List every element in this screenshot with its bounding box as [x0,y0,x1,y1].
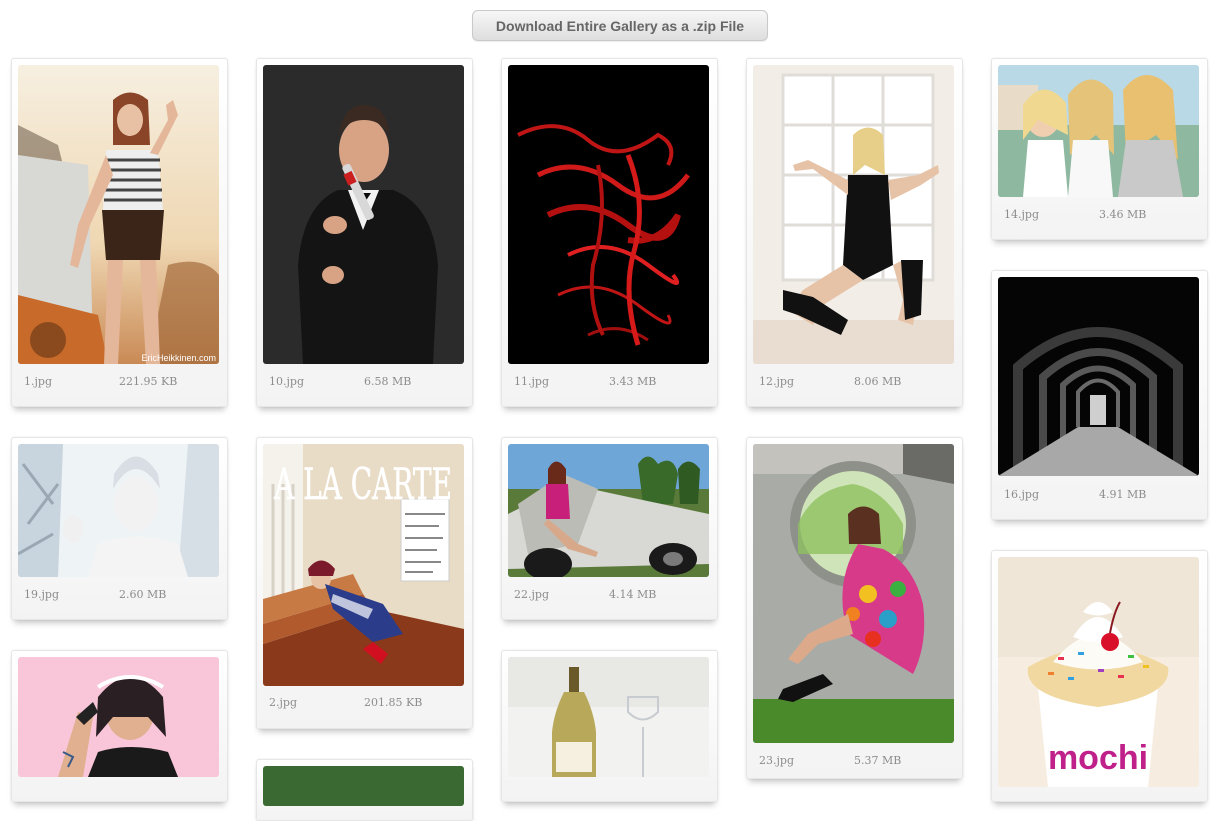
thumbnail-image[interactable] [508,444,709,577]
gallery-card-12[interactable]: 12.jpg 8.06 MB [746,58,963,407]
gallery-card-11[interactable]: 11.jpg 3.43 MB [501,58,718,407]
thumbnail-image[interactable] [998,65,1199,197]
gallery-card-23[interactable]: 23.jpg 5.37 MB [746,437,963,779]
file-name: 16.jpg [1004,488,1039,501]
thumbnail-image[interactable] [998,277,1199,476]
file-size: 8.06 MB [854,375,902,388]
watermark-text: EricHeikkinen.com [141,353,216,363]
file-name: 22.jpg [514,588,549,601]
thumbnail-image[interactable] [18,444,219,577]
gallery-card-19[interactable]: 19.jpg 2.60 MB [11,437,228,620]
file-size: 4.14 MB [609,588,657,601]
thumbnail-image[interactable] [18,657,219,777]
gallery-card-22[interactable]: 22.jpg 4.14 MB [501,437,718,620]
gallery-card-partial-2[interactable] [256,759,473,821]
file-size: 201.85 KB [364,696,423,709]
file-size: 6.58 MB [364,375,412,388]
download-gallery-zip-button[interactable]: Download Entire Gallery as a .zip File [472,10,768,41]
file-name: 11.jpg [514,375,549,388]
cover-title-text: A LA CARTE [273,461,452,510]
thumbnail-image[interactable]: A LA CARTE [263,444,464,686]
file-name: 14.jpg [1004,208,1039,221]
file-size: 3.46 MB [1099,208,1147,221]
thumbnail-image[interactable] [508,657,709,777]
file-name: 12.jpg [759,375,794,388]
file-name: 23.jpg [759,754,794,767]
gallery-card-partial-1[interactable] [11,650,228,802]
file-name: 10.jpg [269,375,304,388]
file-name: 2.jpg [269,696,297,709]
gallery-card-1[interactable]: EricHeikkinen.com 1.jpg 221.95 KB [11,58,228,407]
gallery-card-partial-3[interactable] [501,650,718,802]
file-size: 5.37 MB [854,754,902,767]
thumbnail-image[interactable] [753,65,954,364]
file-size: 221.95 KB [119,375,178,388]
thumbnail-image[interactable] [508,65,709,364]
file-name: 19.jpg [24,588,59,601]
thumbnail-image[interactable] [263,65,464,364]
gallery-card-14[interactable]: 14.jpg 3.46 MB [991,58,1208,240]
thumbnail-image[interactable] [753,444,954,743]
file-size: 2.60 MB [119,588,167,601]
gallery-card-partial-4[interactable]: mochi [991,550,1208,802]
thumbnail-image[interactable]: mochi [998,557,1199,787]
file-name: 1.jpg [24,375,52,388]
thumbnail-image[interactable]: EricHeikkinen.com [18,65,219,364]
gallery-card-16[interactable]: 16.jpg 4.91 MB [991,270,1208,520]
file-size: 4.91 MB [1099,488,1147,501]
file-size: 3.43 MB [609,375,657,388]
gallery-card-2[interactable]: A LA CARTE 2.jpg 201.85 KB [256,437,473,729]
gallery-card-10[interactable]: 10.jpg 6.58 MB [256,58,473,407]
thumbnail-image[interactable] [263,766,464,806]
cup-logo-text: mochi [1048,739,1148,777]
